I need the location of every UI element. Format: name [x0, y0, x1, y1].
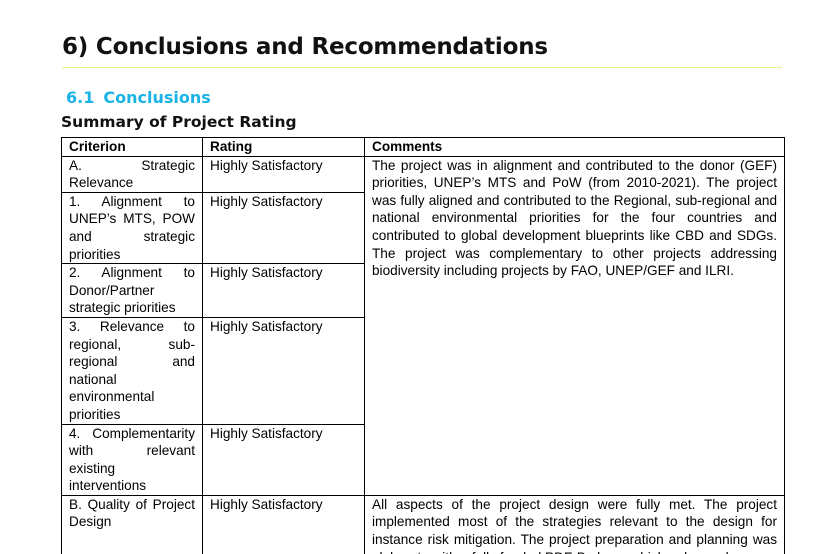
subsection-heading: 6.1 Conclusions — [66, 88, 211, 107]
document-page: 6) Conclusions and Recommendations 6.1 Co… — [0, 0, 840, 554]
criterion-cell: A. Strategic Relevance — [61, 155, 203, 193]
section-heading: 6) Conclusions and Recommendations — [62, 34, 548, 60]
header-criterion: Criterion — [61, 137, 203, 157]
rating-cell: Highly Satisfactory — [202, 494, 365, 554]
header-comments: Comments — [364, 137, 785, 157]
rating-cell: Highly Satisfactory — [202, 155, 365, 193]
criterion-cell: B. Quality of Project Design — [61, 494, 203, 554]
criterion-cell: 4. Complementarity with relevant existin… — [61, 423, 203, 496]
project-rating-table: Criterion Rating Comments A. Strategic R… — [61, 137, 785, 554]
subsection-title: Conclusions — [103, 88, 211, 107]
rating-cell: Highly Satisfactory — [202, 191, 365, 265]
rating-cell: Highly Satisfactory — [202, 423, 365, 496]
comments-cell: The project was in alignment and contrib… — [364, 155, 785, 496]
comments-cell: All aspects of the project design were f… — [364, 494, 785, 554]
rating-cell: Highly Satisfactory — [202, 316, 365, 425]
rating-cell: Highly Satisfactory — [202, 263, 365, 318]
criterion-cell: 2. Alignment to Donor/Partner strategic … — [61, 263, 203, 318]
subsection-number: 6.1 — [66, 88, 95, 107]
table-row: B. Quality of Project Design Highly Sati… — [61, 494, 785, 554]
criterion-cell: 1. Alignment to UNEP’s MTS, POW and stra… — [61, 191, 203, 265]
criterion-cell: 3. Relevance to regional, sub-regional a… — [61, 316, 203, 425]
table-row: A. Strategic Relevance Highly Satisfacto… — [61, 155, 785, 496]
table-title: Summary of Project Rating — [61, 113, 297, 131]
table-header-row: Criterion Rating Comments — [61, 137, 785, 157]
heading-underline — [62, 67, 782, 68]
header-rating: Rating — [202, 137, 365, 157]
